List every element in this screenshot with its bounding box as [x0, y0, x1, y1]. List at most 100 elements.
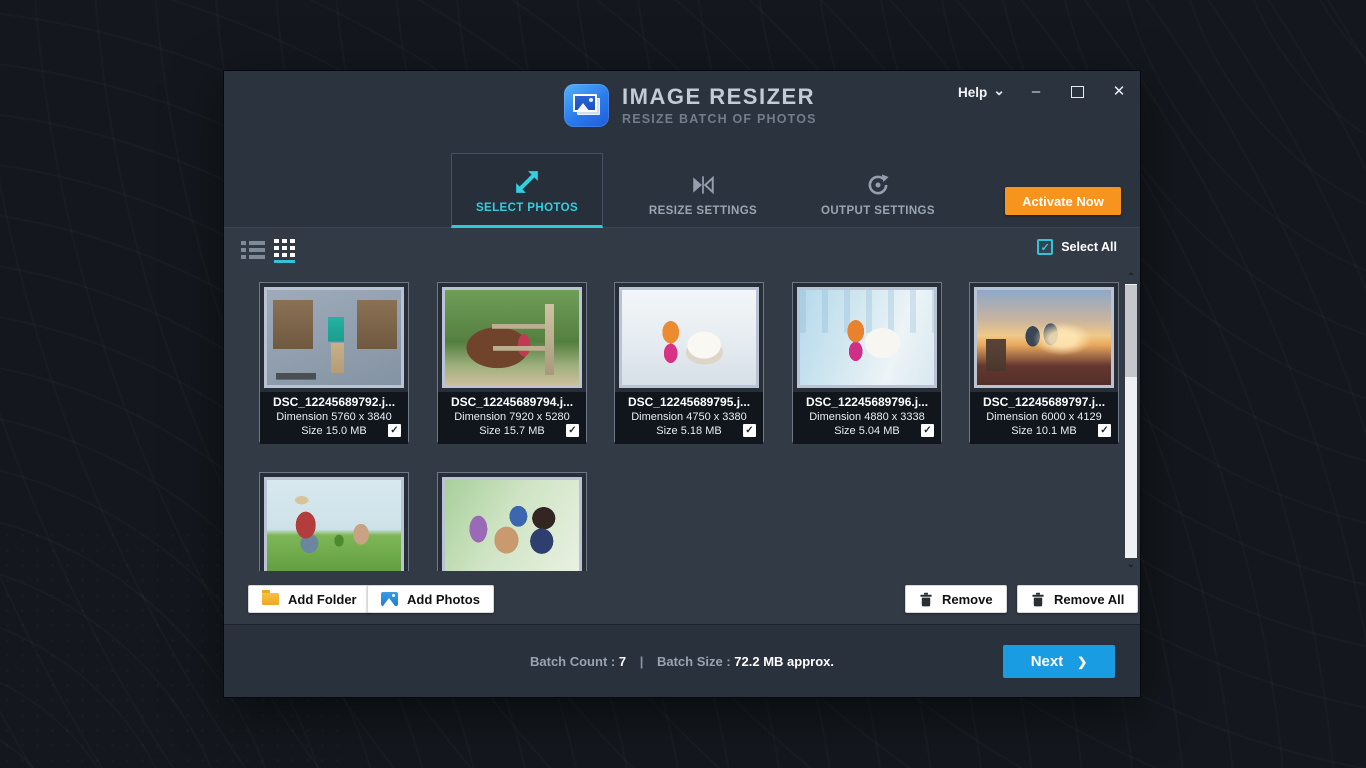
- grid-view-icon[interactable]: [274, 239, 296, 263]
- file-size-row: Size 5.04 MB ✓: [798, 424, 936, 439]
- vertical-scrollbar[interactable]: ⌃ ⌄: [1124, 271, 1138, 571]
- tab-select-photos[interactable]: SELECT PHOTOS: [451, 153, 603, 228]
- photo-info: DSC_12245689792.j... Dimension 5760 x 38…: [260, 392, 408, 444]
- separator: |: [640, 654, 644, 669]
- batch-size-value: 72.2 MB approx.: [734, 654, 834, 669]
- image-resizer-window: IMAGE RESIZER RESIZE BATCH OF PHOTOS Hel…: [223, 70, 1141, 698]
- photo-checkbox[interactable]: ✓: [566, 424, 579, 437]
- add-photos-button[interactable]: Add Photos: [367, 585, 494, 613]
- expand-arrows-icon: [514, 169, 540, 195]
- photo-checkbox[interactable]: ✓: [1098, 424, 1111, 437]
- tab-resize-settings[interactable]: RESIZE SETTINGS: [623, 153, 783, 228]
- select-all-control[interactable]: ✓ Select All: [1037, 239, 1117, 255]
- resize-bowtie-icon: [690, 172, 716, 198]
- add-photos-label: Add Photos: [407, 592, 480, 607]
- file-size: Size 5.18 MB: [656, 425, 721, 437]
- app-title: IMAGE RESIZER: [622, 84, 817, 110]
- photo-thumbnail[interactable]: [445, 290, 579, 385]
- select-all-checkbox[interactable]: ✓: [1037, 239, 1053, 255]
- photo-thumbnail[interactable]: [977, 290, 1111, 385]
- file-dimension: Dimension 4750 x 3380: [620, 410, 758, 424]
- select-all-label: Select All: [1061, 240, 1117, 254]
- photo-card[interactable]: DSC_12245689796.j... Dimension 4880 x 33…: [792, 282, 942, 442]
- trash-icon: [1031, 592, 1045, 607]
- photo-icon: [381, 592, 398, 606]
- next-button[interactable]: Next ❯: [1003, 645, 1115, 678]
- trash-icon: [919, 592, 933, 607]
- scrollbar-track[interactable]: [1125, 284, 1137, 558]
- batch-count-value: 7: [619, 654, 626, 669]
- tab-output-settings[interactable]: OUTPUT SETTINGS: [798, 153, 958, 228]
- chevron-right-icon: ❯: [1077, 655, 1087, 669]
- file-size-row: Size 15.7 MB ✓: [443, 424, 581, 439]
- view-toolbar: ✓ Select All: [224, 228, 1140, 271]
- window-controls: Help ⌄ – ✕: [958, 80, 1130, 104]
- help-label: Help: [958, 85, 987, 100]
- logo-photo-icon: [573, 94, 597, 112]
- file-size: Size 5.04 MB: [834, 425, 899, 437]
- file-name: DSC_12245689797.j...: [975, 395, 1113, 410]
- photo-checkbox[interactable]: ✓: [388, 424, 401, 437]
- tab-label: OUTPUT SETTINGS: [821, 205, 935, 217]
- remove-all-label: Remove All: [1054, 592, 1124, 607]
- photo-card[interactable]: DSC_12245689794.j... Dimension 7920 x 52…: [437, 282, 587, 442]
- photo-checkbox[interactable]: ✓: [921, 424, 934, 437]
- file-dimension: Dimension 6000 x 4129: [975, 410, 1113, 424]
- file-dimension: Dimension 4880 x 3338: [798, 410, 936, 424]
- file-name: DSC_12245689792.j...: [265, 395, 403, 410]
- photo-grid: DSC_12245689792.j... Dimension 5760 x 38…: [224, 271, 1140, 571]
- app-subtitle: RESIZE BATCH OF PHOTOS: [622, 112, 817, 126]
- action-bar: Add Folder Add Photos Remove Remove All: [224, 571, 1140, 626]
- tab-bar: SELECT PHOTOS RESIZE SETTINGS OUTPUT SET…: [224, 153, 1140, 228]
- tab-label: SELECT PHOTOS: [476, 202, 578, 214]
- photo-checkbox[interactable]: ✓: [743, 424, 756, 437]
- photo-thumbnail[interactable]: [267, 480, 401, 571]
- photo-info: DSC_12245689797.j... Dimension 6000 x 41…: [970, 392, 1118, 444]
- photo-card[interactable]: DSC_12245689797.j... Dimension 6000 x 41…: [969, 282, 1119, 442]
- photo-thumbnail[interactable]: [267, 290, 401, 385]
- app-logo-icon: [564, 84, 609, 127]
- list-view-icon[interactable]: [241, 241, 265, 259]
- photo-card[interactable]: [259, 472, 409, 571]
- photo-info: DSC_12245689795.j... Dimension 4750 x 33…: [615, 392, 763, 444]
- file-size-row: Size 15.0 MB ✓: [265, 424, 403, 439]
- app-title-block: IMAGE RESIZER RESIZE BATCH OF PHOTOS: [622, 84, 817, 126]
- batch-size-label: Batch Size :: [657, 654, 731, 669]
- file-size: Size 15.0 MB: [301, 425, 366, 437]
- file-size-row: Size 5.18 MB ✓: [620, 424, 758, 439]
- refresh-circle-icon: [865, 172, 891, 198]
- batch-count-label: Batch Count :: [530, 654, 615, 669]
- tab-label: RESIZE SETTINGS: [649, 205, 757, 217]
- minimize-button[interactable]: –: [1025, 81, 1047, 103]
- file-name: DSC_12245689794.j...: [443, 395, 581, 410]
- photo-thumbnail[interactable]: [622, 290, 756, 385]
- photo-info: DSC_12245689796.j... Dimension 4880 x 33…: [793, 392, 941, 444]
- file-size: Size 10.1 MB: [1011, 425, 1076, 437]
- file-size: Size 15.7 MB: [479, 425, 544, 437]
- remove-button[interactable]: Remove: [905, 585, 1007, 613]
- file-dimension: Dimension 5760 x 3840: [265, 410, 403, 424]
- scroll-down-icon[interactable]: ⌄: [1124, 558, 1138, 571]
- add-folder-button[interactable]: Add Folder: [248, 585, 371, 613]
- remove-label: Remove: [942, 592, 993, 607]
- title-bar: IMAGE RESIZER RESIZE BATCH OF PHOTOS Hel…: [224, 71, 1140, 153]
- chevron-down-icon: ⌄: [993, 85, 1005, 95]
- photo-card[interactable]: DSC_12245689792.j... Dimension 5760 x 38…: [259, 282, 409, 442]
- photo-thumbnail[interactable]: [800, 290, 934, 385]
- help-menu[interactable]: Help ⌄: [958, 85, 1005, 100]
- maximize-button[interactable]: [1071, 86, 1084, 98]
- remove-all-button[interactable]: Remove All: [1017, 585, 1138, 613]
- add-folder-label: Add Folder: [288, 592, 357, 607]
- photo-card[interactable]: [437, 472, 587, 571]
- photo-info: DSC_12245689794.j... Dimension 7920 x 52…: [438, 392, 586, 444]
- activate-now-button[interactable]: Activate Now: [1005, 187, 1121, 215]
- scroll-up-icon[interactable]: ⌃: [1124, 271, 1138, 284]
- file-dimension: Dimension 7920 x 5280: [443, 410, 581, 424]
- file-name: DSC_12245689796.j...: [798, 395, 936, 410]
- close-button[interactable]: ✕: [1108, 81, 1130, 103]
- photo-thumbnail[interactable]: [445, 480, 579, 571]
- footer-bar: Batch Count : 7 | Batch Size : 72.2 MB a…: [224, 624, 1140, 697]
- scrollbar-thumb[interactable]: [1125, 285, 1137, 377]
- folder-icon: [262, 593, 279, 605]
- photo-card[interactable]: DSC_12245689795.j... Dimension 4750 x 33…: [614, 282, 764, 442]
